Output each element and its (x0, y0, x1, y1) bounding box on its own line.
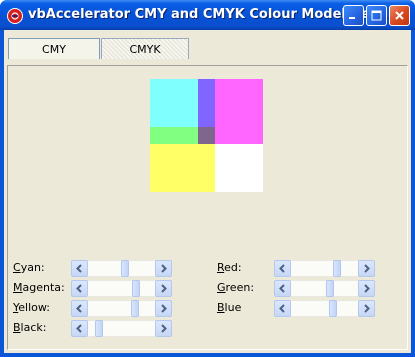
yellow-label: Yellow: (13, 301, 50, 314)
black-slider[interactable] (71, 320, 172, 337)
close-icon (395, 11, 404, 20)
green-scroll-left-button[interactable] (274, 280, 291, 297)
cyan-scroll-right-button[interactable] (155, 260, 172, 277)
blue-scroll-left-button[interactable] (274, 300, 291, 317)
red-slider[interactable] (274, 260, 375, 277)
yellow-slider[interactable] (71, 300, 172, 317)
yellow-scroll-left-button[interactable] (71, 300, 88, 317)
magenta-label: Magenta: (13, 281, 65, 294)
black-scroll-right-button[interactable] (155, 320, 172, 337)
cyan-magenta-overlap (198, 79, 215, 127)
black-slider-thumb[interactable] (95, 320, 104, 337)
red-scroll-right-button[interactable] (358, 260, 375, 277)
minimize-icon (349, 17, 355, 19)
black-label: Black: (13, 321, 47, 334)
yellow-block (150, 144, 215, 192)
blue-slider[interactable] (274, 300, 375, 317)
magenta-slider[interactable] (71, 280, 172, 297)
red-slider-thumb[interactable] (333, 260, 342, 277)
black-scroll-left-button[interactable] (71, 320, 88, 337)
app-icon[interactable] (7, 8, 23, 24)
magenta-scroll-left-button[interactable] (71, 280, 88, 297)
blue-slider-thumb[interactable] (328, 300, 337, 317)
maximize-button[interactable] (366, 5, 387, 26)
minimize-button[interactable] (343, 5, 364, 26)
tab-cmyk[interactable]: CMYK (101, 38, 189, 59)
cyan-slider[interactable] (71, 260, 172, 277)
maximize-icon (371, 10, 382, 21)
cyan-slider-thumb[interactable] (121, 260, 130, 277)
red-label: Red: (217, 261, 242, 274)
blue-label: Blue (217, 301, 242, 314)
app-window: vbAccelerator CMY and CMYK Colour Model … (0, 0, 415, 357)
blue-scroll-right-button[interactable] (358, 300, 375, 317)
overlap-dark (198, 127, 215, 144)
green-slider[interactable] (274, 280, 375, 297)
magenta-slider-thumb[interactable] (132, 280, 141, 297)
client-area: CMY CMYK Cyan: Magenta: Yellow: Black: R… (4, 30, 411, 353)
cyan-label: Cyan: (13, 261, 45, 274)
cyan-scroll-left-button[interactable] (71, 260, 88, 277)
yellow-slider-thumb[interactable] (131, 300, 140, 317)
red-scroll-left-button[interactable] (274, 260, 291, 277)
white-block (215, 144, 263, 192)
yellow-scroll-right-button[interactable] (155, 300, 172, 317)
cyan-block (150, 79, 198, 127)
green-label: Green: (217, 281, 255, 294)
tab-cmy-label: CMY (42, 42, 66, 56)
green-slider-thumb[interactable] (326, 280, 335, 297)
green-scroll-right-button[interactable] (358, 280, 375, 297)
colour-preview (150, 79, 263, 192)
magenta-block (215, 79, 263, 127)
title-bar[interactable]: vbAccelerator CMY and CMYK Colour Model … (0, 0, 415, 30)
magenta-strip (215, 127, 263, 144)
green-strip (150, 127, 198, 144)
close-button[interactable] (389, 5, 410, 26)
tab-cmy[interactable]: CMY (8, 38, 100, 59)
tab-cmyk-label: CMYK (129, 42, 161, 56)
magenta-scroll-right-button[interactable] (155, 280, 172, 297)
